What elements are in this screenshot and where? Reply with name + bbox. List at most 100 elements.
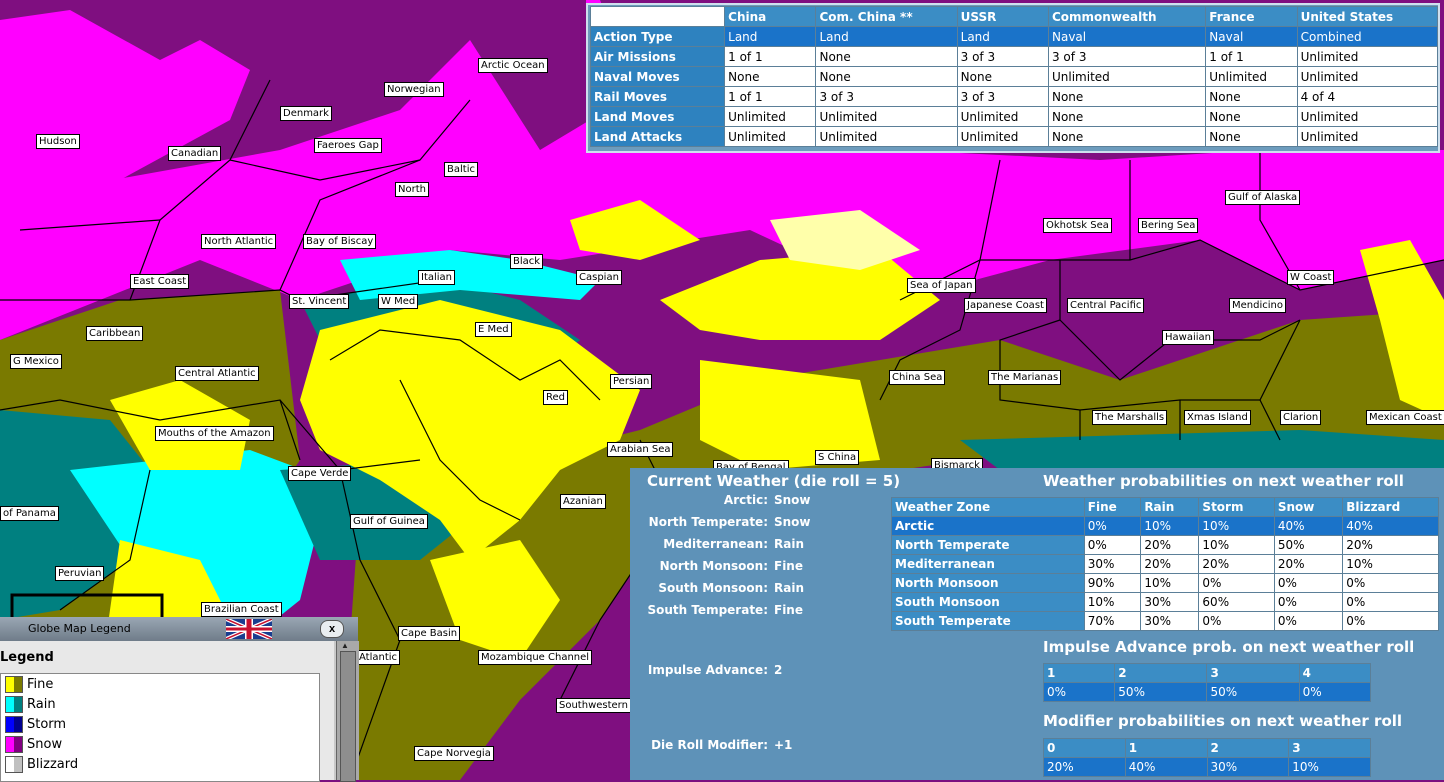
table-row[interactable]: South Monsoon 10% 30% 60% 0% 0% [891,592,1439,612]
table-cell[interactable]: Naval [1047,26,1207,47]
sea-label-central-pacific[interactable]: Central Pacific [1067,298,1145,313]
sea-label-hudson[interactable]: Hudson [36,134,80,149]
sea-label-mouths-of-the-amazon[interactable]: Mouths of the Amazon [155,426,274,441]
sea-label-hawaiian[interactable]: Hawaiian [1162,330,1214,345]
sea-label-baltic[interactable]: Baltic [444,162,478,177]
sea-label-black[interactable]: Black [510,254,544,269]
sea-label-xmas-island[interactable]: Xmas Island [1184,410,1251,425]
sea-label-the-marshalls[interactable]: The Marshalls [1092,410,1168,425]
column-header-china[interactable]: China [724,6,817,27]
column-header-united-states[interactable]: United States [1296,6,1439,27]
table-row-land-moves[interactable]: Land Moves Unlimited Unlimited Unlimited… [589,106,1439,127]
table-cell[interactable]: Unlimited [1296,126,1439,147]
sea-label-okhotsk-sea[interactable]: Okhotsk Sea [1043,218,1112,233]
table-row[interactable]: North Temperate 0% 20% 10% 50% 20% [891,535,1439,555]
table-cell[interactable]: None [1205,126,1298,147]
sea-label-north[interactable]: North [395,182,429,197]
column-header-france[interactable]: France [1205,6,1298,27]
table-cell[interactable]: Unlimited [956,106,1049,127]
sea-label-italian[interactable]: Italian [418,270,456,285]
table-cell[interactable]: 4 of 4 [1296,86,1439,107]
globe-map-legend-window[interactable]: Globe Map Legend x Legend Fine Rain Stor… [0,617,359,782]
table-row[interactable]: Mediterranean 30% 20% 20% 20% 10% [891,554,1439,574]
sea-label-arabian-sea[interactable]: Arabian Sea [607,442,674,457]
sea-label-central-atlantic[interactable]: Central Atlantic [175,366,259,381]
column-header-ussr[interactable]: USSR [956,6,1049,27]
table-cell[interactable]: Unlimited [815,106,958,127]
table-cell[interactable]: None [1047,86,1207,107]
sea-label-brazilian-coast[interactable]: Brazilian Coast [201,602,282,617]
sea-label-the-marianas[interactable]: The Marianas [988,370,1062,385]
legend-scrollbar[interactable]: ▲ [336,641,359,782]
table-cell[interactable]: 1 of 1 [724,46,817,67]
table-row[interactable]: 0% 50% 50% 0% [1042,682,1372,702]
sea-label-atlantic[interactable]: Atlantic [356,650,401,665]
table-cell[interactable]: Unlimited [956,126,1049,147]
sea-label-red[interactable]: Red [543,390,568,405]
table-cell[interactable]: 1 of 1 [724,86,817,107]
sea-label-east-coast[interactable]: East Coast [130,274,190,289]
sea-label-mozambique-channel[interactable]: Mozambique Channel [478,650,593,665]
table-cell[interactable]: Unlimited [1296,66,1439,87]
table-cell[interactable]: Unlimited [1205,66,1298,87]
sea-label-g-mexico[interactable]: G Mexico [10,354,62,369]
column-header-com-china[interactable]: Com. China ** [815,6,958,27]
sea-label-w-med[interactable]: W Med [378,294,419,309]
sea-label-mexican-coast[interactable]: Mexican Coast [1366,410,1444,425]
table-cell[interactable]: Land [815,26,958,47]
sea-label-china-sea[interactable]: China Sea [889,370,946,385]
table-cell[interactable]: None [1205,86,1298,107]
sea-label-caribbean[interactable]: Caribbean [86,326,144,341]
table-row-rail-moves[interactable]: Rail Moves 1 of 1 3 of 3 3 of 3 None Non… [589,86,1439,107]
sea-label-bay-of-biscay[interactable]: Bay of Biscay [303,234,377,249]
sea-label-cape-norvegia[interactable]: Cape Norvegia [414,746,494,761]
sea-label-peruvian[interactable]: Peruvian [55,566,105,581]
table-cell[interactable]: None [1205,106,1298,127]
sea-label-s-china[interactable]: S China [815,450,860,465]
table-cell[interactable]: Unlimited [1047,66,1207,87]
table-cell[interactable]: Land [956,26,1049,47]
scrollbar-thumb[interactable] [340,651,356,782]
table-cell[interactable]: None [956,66,1049,87]
table-cell[interactable]: Combined [1296,26,1439,47]
sea-label-gulf-of-alaska[interactable]: Gulf of Alaska [1225,190,1301,205]
table-row-air-missions[interactable]: Air Missions 1 of 1 None 3 of 3 3 of 3 1… [589,46,1439,67]
sea-label-sea-of-japan[interactable]: Sea of Japan [907,278,976,293]
sea-label-arctic-ocean[interactable]: Arctic Ocean [478,58,548,73]
table-row-naval-moves[interactable]: Naval Moves None None None Unlimited Unl… [589,66,1439,87]
table-cell[interactable]: 3 of 3 [815,86,958,107]
sea-label-st-vincent[interactable]: St. Vincent [289,294,350,309]
sea-label-caspian[interactable]: Caspian [576,270,622,285]
sea-label-mendicino[interactable]: Mendicino [1229,298,1286,313]
table-row[interactable]: South Temperate 70% 30% 0% 0% 0% [891,611,1439,631]
table-row-action-type[interactable]: Action Type Land Land Land Naval Naval C… [589,26,1439,47]
sea-label-of-panama[interactable]: of Panama [0,506,59,521]
table-cell[interactable]: None [815,46,958,67]
table-cell[interactable]: None [724,66,817,87]
sea-label-cape-verde[interactable]: Cape Verde [288,466,352,481]
table-cell[interactable]: None [1047,126,1207,147]
column-header-commonwealth[interactable]: Commonwealth [1047,6,1207,27]
table-cell[interactable]: None [815,66,958,87]
sea-label-bering-sea[interactable]: Bering Sea [1138,218,1199,233]
table-row-land-attacks[interactable]: Land Attacks Unlimited Unlimited Unlimit… [589,126,1439,147]
table-cell[interactable]: Unlimited [724,106,817,127]
sea-label-north-atlantic[interactable]: North Atlantic [201,234,277,249]
table-row[interactable]: North Monsoon 90% 10% 0% 0% 0% [891,573,1439,593]
sea-label-persian[interactable]: Persian [610,374,653,389]
table-cell[interactable]: Naval [1205,26,1298,47]
sea-label-gulf-of-guinea[interactable]: Gulf of Guinea [350,514,428,529]
table-cell[interactable]: Unlimited [1296,106,1439,127]
sea-label-w-coast[interactable]: W Coast [1287,270,1335,285]
scroll-up-arrow-icon[interactable]: ▲ [341,641,349,650]
table-cell[interactable]: 3 of 3 [1047,46,1207,67]
sea-label-faeroes-gap[interactable]: Faeroes Gap [314,138,382,153]
table-cell[interactable]: Land [724,26,817,47]
table-cell[interactable]: 1 of 1 [1205,46,1298,67]
sea-label-e-med[interactable]: E Med [475,322,512,337]
sea-label-norwegian[interactable]: Norwegian [384,82,444,97]
sea-label-canadian[interactable]: Canadian [168,146,222,161]
table-cell[interactable]: 3 of 3 [956,46,1049,67]
table-cell[interactable]: 3 of 3 [956,86,1049,107]
sea-label-azanian[interactable]: Azanian [560,494,606,509]
